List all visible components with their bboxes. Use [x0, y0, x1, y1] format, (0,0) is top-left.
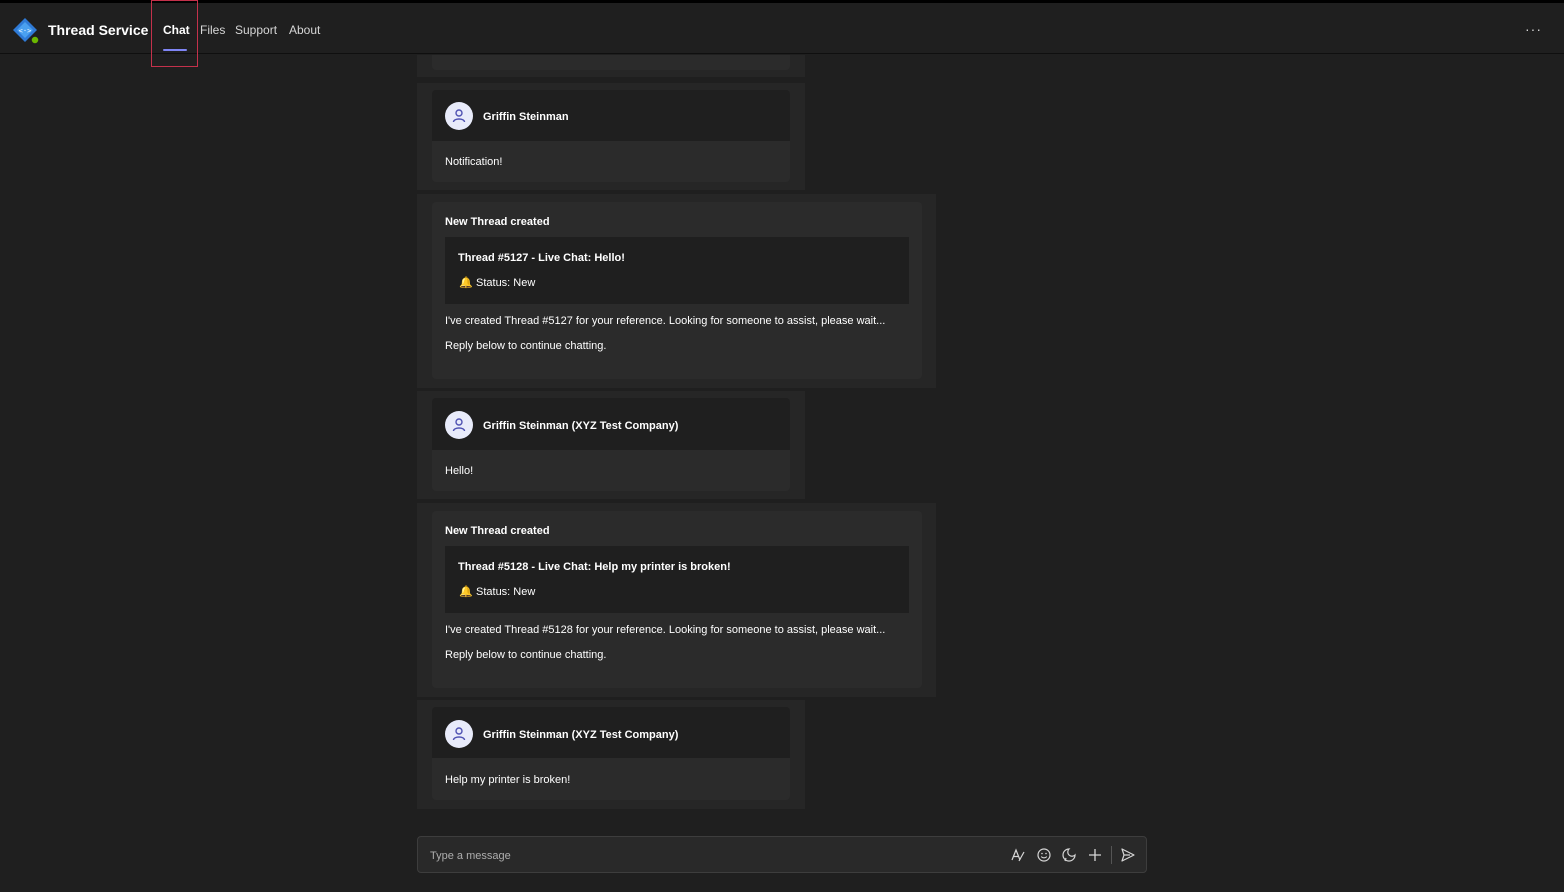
- chat-message-list[interactable]: Griffin Steinman Notification! New Threa…: [0, 55, 1564, 825]
- format-icon[interactable]: [1010, 847, 1026, 863]
- sticker-icon[interactable]: [1061, 847, 1077, 863]
- message-card: Griffin Steinman (XYZ Test Company) Help…: [432, 707, 790, 800]
- card-text-line2: Reply below to continue chatting.: [445, 340, 607, 352]
- message-user: Griffin Steinman (XYZ Test Company) Help…: [417, 700, 805, 809]
- app-logo-icon: <·>: [13, 18, 40, 45]
- sender-name: Griffin Steinman (XYZ Test Company): [483, 420, 679, 432]
- message-text: Help my printer is broken!: [445, 774, 571, 786]
- card-text-line1: I've created Thread #5128 for your refer…: [445, 624, 886, 636]
- sender-name: Griffin Steinman: [483, 111, 569, 123]
- thread-info-box: Thread #5127 - Live Chat: Hello! 🔔 Statu…: [445, 237, 909, 304]
- app-title: Thread Service: [48, 22, 149, 38]
- message-user: Griffin Steinman (XYZ Test Company) Hell…: [417, 391, 805, 499]
- thread-title: Thread #5128 - Live Chat: Help my printe…: [458, 561, 731, 573]
- compose-box: [417, 836, 1147, 873]
- send-icon[interactable]: [1120, 847, 1136, 863]
- thread-status: Status: New: [476, 277, 536, 289]
- bell-icon: 🔔: [459, 277, 473, 289]
- message-user: Griffin Steinman Notification!: [417, 83, 805, 190]
- message-card: [432, 55, 790, 70]
- person-icon: [452, 418, 466, 432]
- adaptive-card: New Thread created Thread #5127 - Live C…: [432, 202, 922, 379]
- thread-status: Status: New: [476, 586, 536, 598]
- thread-info-box: Thread #5128 - Live Chat: Help my printe…: [445, 546, 909, 613]
- sender-name: Griffin Steinman (XYZ Test Company): [483, 729, 679, 741]
- message-header: Griffin Steinman (XYZ Test Company): [432, 398, 790, 450]
- svg-text:<·>: <·>: [19, 27, 32, 35]
- person-icon: [452, 727, 466, 741]
- card-text-line2: Reply below to continue chatting.: [445, 649, 607, 661]
- message-partial: [417, 55, 805, 77]
- avatar[interactable]: [445, 720, 473, 748]
- message-text: Hello!: [445, 465, 474, 477]
- tab-about[interactable]: About: [289, 23, 320, 37]
- avatar[interactable]: [445, 102, 473, 130]
- message-header: Griffin Steinman (XYZ Test Company): [432, 707, 790, 758]
- person-icon: [452, 109, 466, 123]
- attach-plus-icon[interactable]: [1087, 847, 1103, 863]
- compose-divider: [1111, 846, 1112, 864]
- message-card: Griffin Steinman Notification!: [432, 90, 790, 182]
- emoji-icon[interactable]: [1036, 847, 1052, 863]
- message-bot: New Thread created Thread #5127 - Live C…: [417, 194, 936, 388]
- message-text: Notification!: [445, 156, 503, 168]
- message-card: Griffin Steinman (XYZ Test Company) Hell…: [432, 398, 790, 491]
- message-header: Griffin Steinman: [432, 90, 790, 141]
- avatar[interactable]: [445, 411, 473, 439]
- message-input[interactable]: [428, 846, 992, 866]
- adaptive-card: New Thread created Thread #5128 - Live C…: [432, 511, 922, 688]
- card-text-line1: I've created Thread #5127 for your refer…: [445, 315, 886, 327]
- card-heading: New Thread created: [445, 525, 550, 537]
- app-header: <·> Thread Service Chat Files Support Ab…: [0, 3, 1564, 54]
- tab-files[interactable]: Files: [200, 23, 225, 37]
- thread-title: Thread #5127 - Live Chat: Hello!: [458, 252, 625, 264]
- card-heading: New Thread created: [445, 216, 550, 228]
- more-options-icon[interactable]: ···: [1525, 21, 1542, 37]
- bell-icon: 🔔: [459, 586, 473, 598]
- tab-support[interactable]: Support: [235, 23, 277, 37]
- message-bot: New Thread created Thread #5128 - Live C…: [417, 503, 936, 697]
